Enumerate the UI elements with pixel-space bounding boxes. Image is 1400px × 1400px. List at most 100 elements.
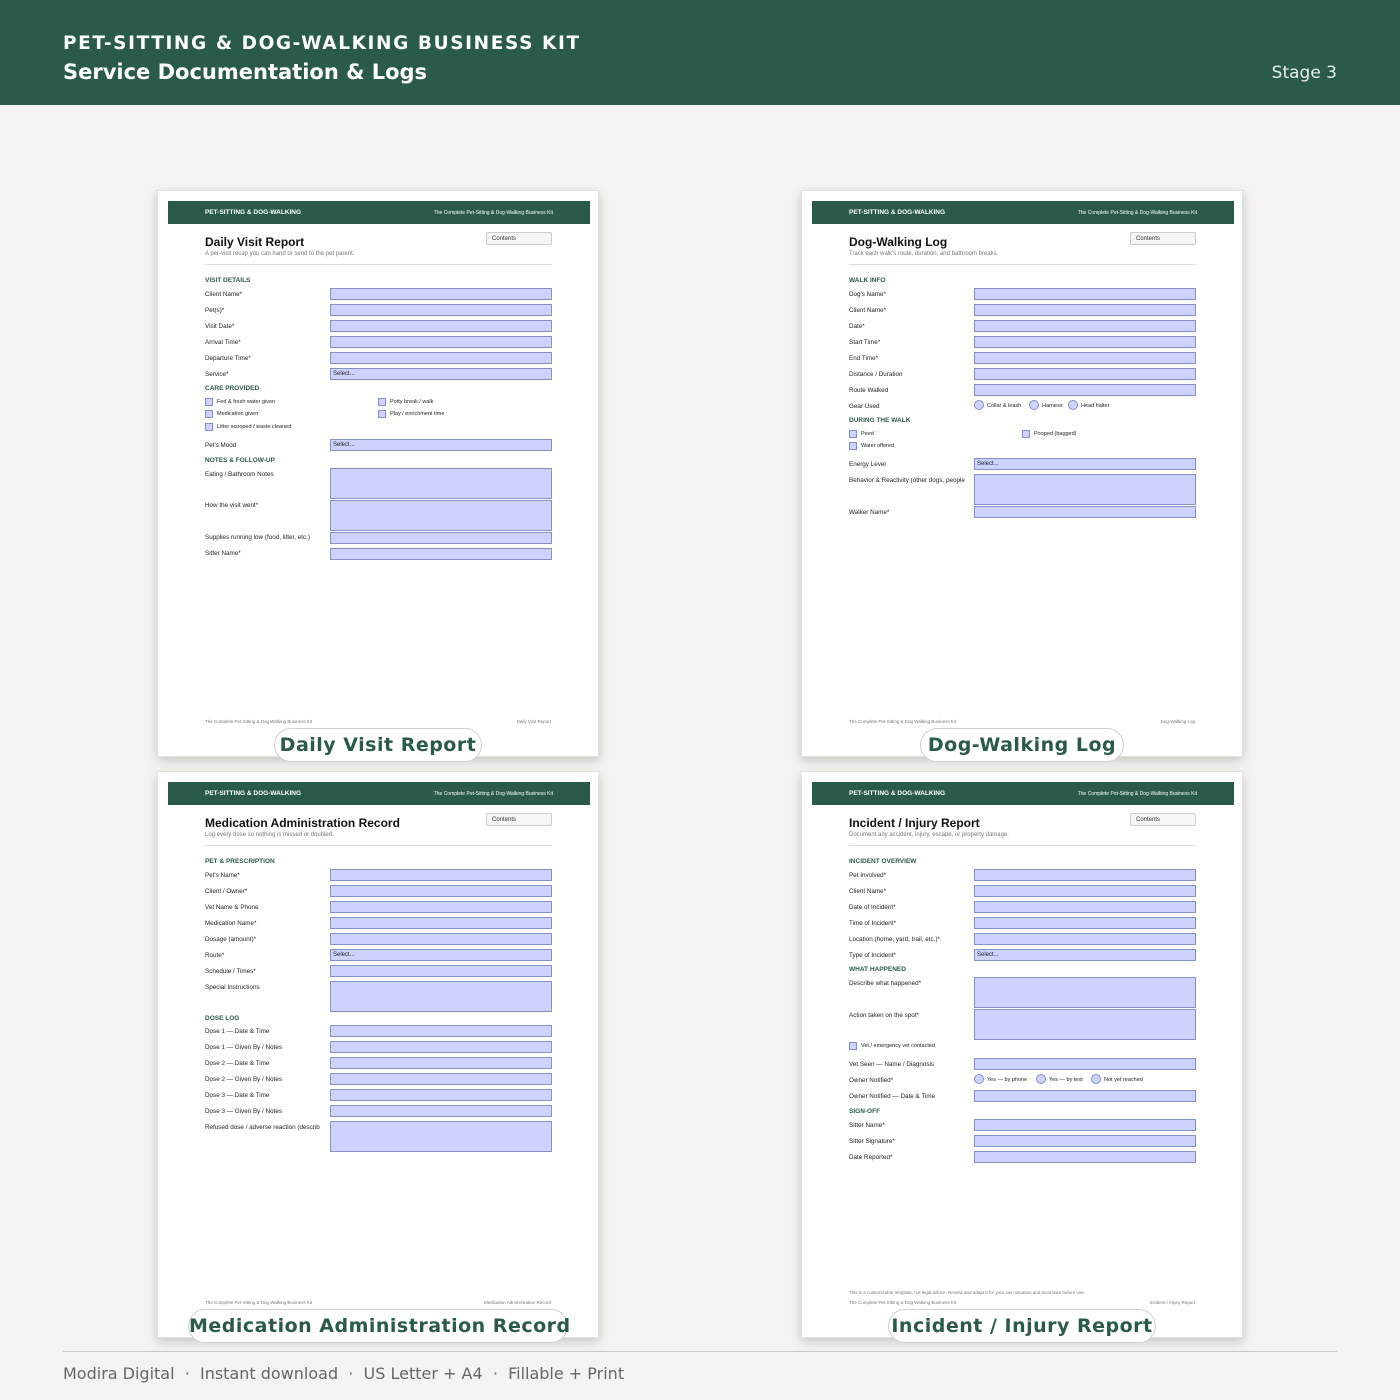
medication-name-field[interactable] [330,917,552,929]
field-label: Describe what happened* [849,980,922,987]
route-select[interactable]: Select... [330,949,552,961]
divider [849,845,1196,846]
dose-field[interactable] [330,1105,552,1117]
checkbox[interactable] [1022,430,1030,438]
field-label: Dose 3 — Date & Time [205,1092,270,1099]
checkbox[interactable] [205,410,213,418]
departure-time-field[interactable] [330,352,552,364]
dose-field[interactable] [330,1057,552,1069]
page-kit-name: The Complete Pet-Sitting & Dog-Walking B… [1077,791,1197,797]
field-label: Sitter Name* [205,550,241,557]
product-footer: Modira Digital · Instant download · US L… [63,1364,625,1383]
page-kit-name: The Complete Pet-Sitting & Dog-Walking B… [433,210,553,216]
page-brand: PET-SITTING & DOG-WALKING [849,790,946,797]
owner-notified-date-field[interactable] [974,1090,1196,1102]
visit-date-field[interactable] [330,320,552,332]
incident-type-select[interactable]: Select... [974,949,1196,961]
vet-name-field[interactable] [330,901,552,913]
field-label: Start Time* [849,339,881,346]
dose-field[interactable] [330,1089,552,1101]
supplies-field[interactable] [330,532,552,544]
radio-button[interactable] [974,1074,984,1084]
vet-seen-field[interactable] [974,1058,1196,1070]
pets-mood-select[interactable]: Select... [330,439,552,451]
checkbox[interactable] [205,423,213,431]
field-label: Owner Notified — Date & Time [849,1093,936,1100]
location-field[interactable] [974,933,1196,945]
radio-label: Head halter [1081,403,1110,409]
field-label: Pet(s)* [205,307,225,314]
visit-summary-field[interactable] [330,500,552,531]
field-label: Refused dose / adverse reaction (describ [205,1124,320,1131]
contents-button[interactable]: Contents [486,813,552,826]
walker-name-field[interactable] [974,506,1196,518]
checkbox[interactable] [849,442,857,450]
field-label: Dog's Name* [849,291,886,298]
radio-button[interactable] [1029,400,1039,410]
date-field[interactable] [974,320,1196,332]
eating-notes-field[interactable] [330,468,552,499]
sitter-name-field[interactable] [974,1119,1196,1131]
client-owner-field[interactable] [330,885,552,897]
top-banner: PET-SITTING & DOG-WALKING BUSINESS KIT S… [0,0,1400,105]
field-label: Dose 1 — Date & Time [205,1028,270,1035]
dose-field[interactable] [330,1025,552,1037]
radio-button[interactable] [974,400,984,410]
field-label: Action taken on the spot* [849,1012,920,1019]
client-name-field[interactable] [330,288,552,300]
checkbox[interactable] [378,398,386,406]
pets-field[interactable] [330,304,552,316]
pet-name-field[interactable] [330,869,552,881]
action-taken-field[interactable] [974,1009,1196,1040]
checkbox[interactable] [205,398,213,406]
route-field[interactable] [974,384,1196,396]
service-select[interactable]: Select... [330,368,552,380]
start-time-field[interactable] [974,336,1196,348]
adverse-reaction-field[interactable] [330,1121,552,1152]
divider [205,264,552,265]
dosage-field[interactable] [330,933,552,945]
behavior-field[interactable] [974,474,1196,505]
field-label: Date of Incident* [849,904,896,911]
page-description: Document any accident, injury, escape, o… [849,832,1009,838]
checkbox-label: Potty break / walk [390,399,434,405]
date-reported-field[interactable] [974,1151,1196,1163]
incident-time-field[interactable] [974,917,1196,929]
description-field[interactable] [974,977,1196,1008]
end-time-field[interactable] [974,352,1196,364]
radio-button[interactable] [1036,1074,1046,1084]
schedule-field[interactable] [330,965,552,977]
field-label: Type of Incident* [849,952,896,959]
divider [205,845,552,846]
contents-button[interactable]: Contents [1130,232,1196,245]
dose-field[interactable] [330,1073,552,1085]
field-label: Date Reported* [849,1154,893,1161]
special-instructions-field[interactable] [330,981,552,1012]
radio-button[interactable] [1091,1074,1101,1084]
incident-date-field[interactable] [974,901,1196,913]
section-heading: SIGN-OFF [849,1108,881,1115]
radio-button[interactable] [1068,400,1078,410]
energy-level-select[interactable]: Select... [974,458,1196,470]
checkbox[interactable] [849,1042,857,1050]
client-name-field[interactable] [974,885,1196,897]
page-description: Log every dose so nothing is missed or d… [205,832,334,838]
sitter-name-field[interactable] [330,548,552,560]
field-label: Service* [205,371,229,378]
arrival-time-field[interactable] [330,336,552,348]
client-name-field[interactable] [974,304,1196,316]
contents-button[interactable]: Contents [1130,813,1196,826]
checkbox[interactable] [849,430,857,438]
page-footer-right: Daily Visit Report [516,719,551,724]
dog-name-field[interactable] [974,288,1196,300]
page-footer-right: Dog-Walking Log [1160,719,1195,724]
pet-involved-field[interactable] [974,869,1196,881]
checkbox[interactable] [378,410,386,418]
sitter-signature-field[interactable] [974,1135,1196,1147]
checkbox-label: Fed & fresh water given [217,399,276,405]
field-label: End Time* [849,355,879,362]
distance-field[interactable] [974,368,1196,380]
dose-field[interactable] [330,1041,552,1053]
contents-button[interactable]: Contents [486,232,552,245]
radio-label: Not yet reached [1104,1077,1143,1083]
